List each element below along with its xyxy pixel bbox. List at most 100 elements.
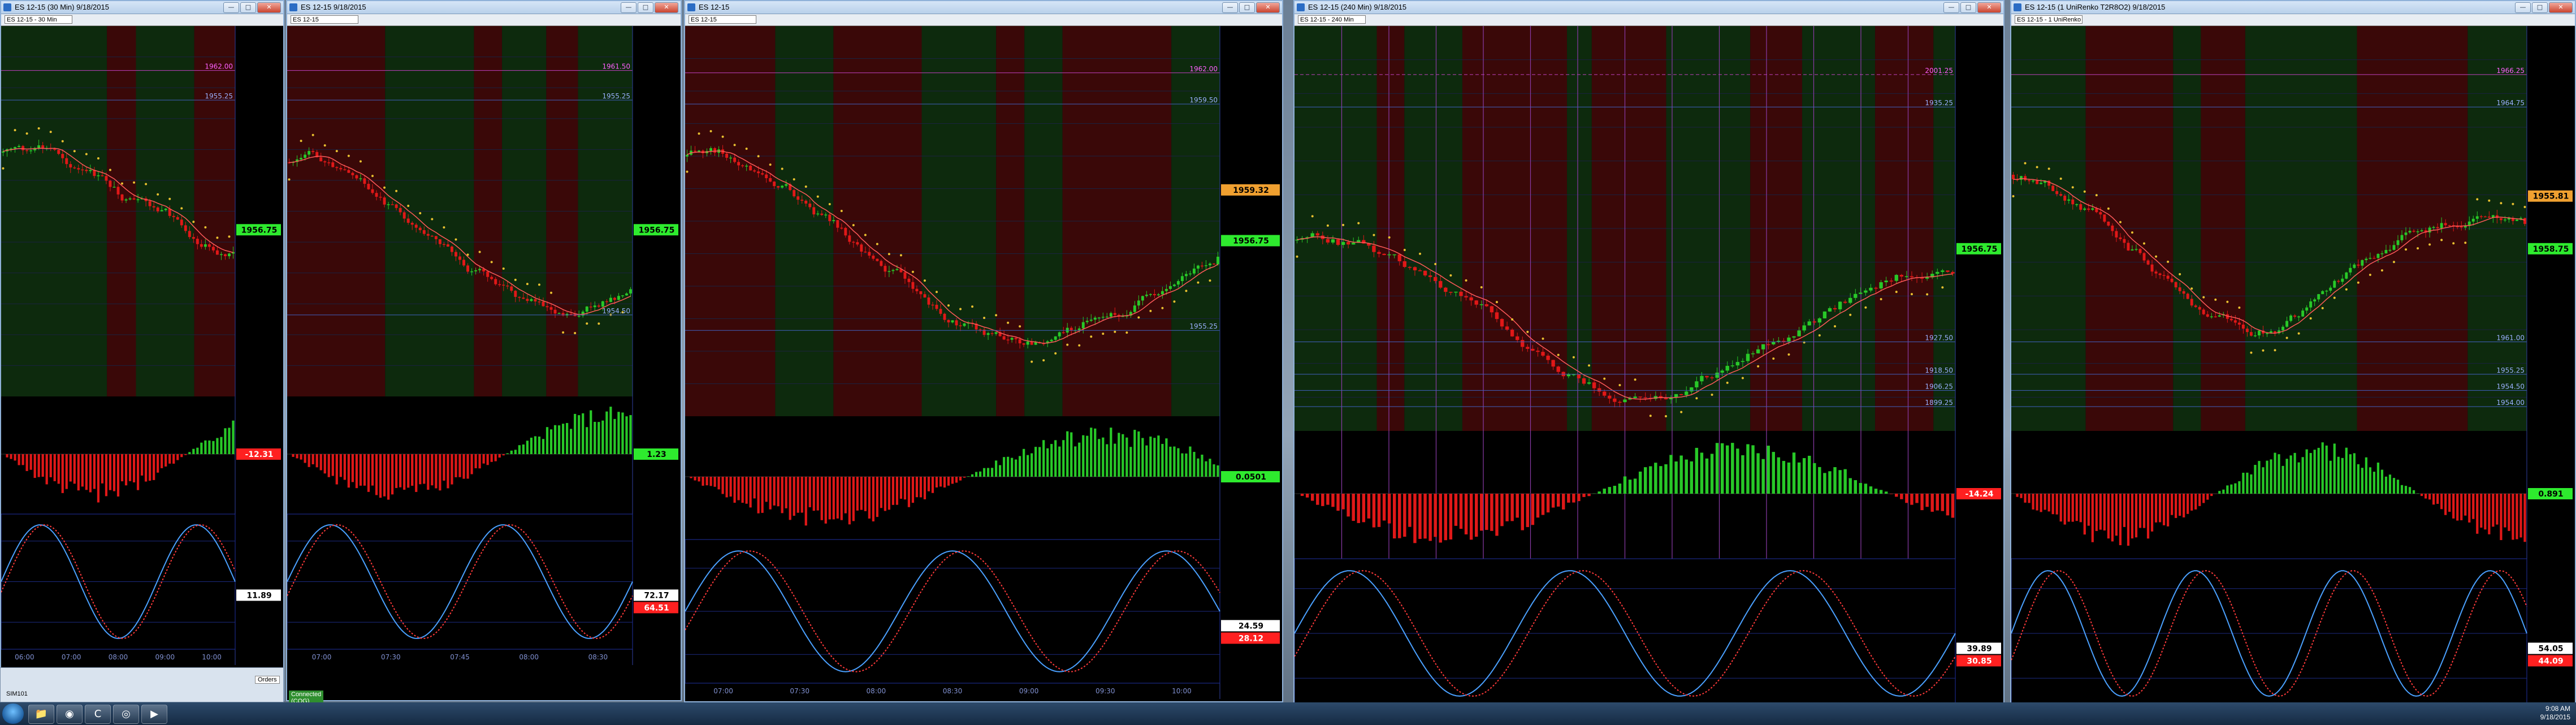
minimize-button[interactable]: — <box>621 2 637 13</box>
histogram-bar <box>1305 494 1309 498</box>
chart-window-3[interactable]: ES 12-15 — □ ✕ ES 12-15 1962.00 1959.50 19… <box>684 0 1283 702</box>
candle-body <box>77 168 80 170</box>
histogram-bar <box>1597 491 1601 494</box>
sar-dot <box>145 183 148 185</box>
orders-tab[interactable]: Orders <box>255 676 280 684</box>
candle-body <box>1546 355 1550 360</box>
histogram-bar <box>1341 494 1345 510</box>
candle-body <box>156 207 159 212</box>
chart-window-1[interactable]: ES 12-15 (30 Min) 9/18/2015 — □ ✕ ES 12-… <box>0 0 284 701</box>
chart-canvas[interactable]: 2001.25 1935.25 1927.50 1918.50 1906.25 1899.… <box>1295 26 2003 724</box>
maximize-button[interactable]: □ <box>2532 2 2548 13</box>
maximize-button[interactable]: □ <box>1239 2 1255 13</box>
histogram-bar <box>2040 494 2042 512</box>
candle-body <box>1848 297 1852 303</box>
taskbar-globe-icon[interactable]: ◎ <box>113 705 139 724</box>
start-button[interactable] <box>2 704 24 724</box>
candle-body <box>777 186 780 188</box>
histogram-bar <box>2210 494 2213 497</box>
orders-panel[interactable]: Orders SIM101 Connected (CQG) <box>0 667 324 705</box>
histogram-bar <box>741 477 744 503</box>
sar-dot <box>300 140 302 143</box>
chart-canvas[interactable]: 1962.00 1955.25 1956.75 -12.31 11.89 06:00 07:… <box>1 26 283 665</box>
close-button[interactable]: ✕ <box>1977 2 2001 13</box>
histogram-bar <box>482 454 485 464</box>
candle-body <box>1531 348 1535 351</box>
minimize-button[interactable]: — <box>1943 2 1959 13</box>
histogram-bar <box>212 441 215 454</box>
chart-canvas[interactable]: 1962.00 1959.50 1955.25 1956.75 1959.32 0.050… <box>685 26 1282 699</box>
histogram-bar <box>931 477 934 493</box>
histogram-bar <box>545 427 549 454</box>
sar-dot <box>887 253 890 256</box>
sar-dot <box>526 283 529 286</box>
close-button[interactable]: ✕ <box>257 2 281 13</box>
taskbar-media-icon[interactable]: ▶ <box>141 705 167 724</box>
instrument-selector[interactable]: ES 12-15 - 240 Min <box>1298 15 1366 24</box>
histogram-bar <box>1679 455 1683 494</box>
candle-body <box>2345 272 2348 279</box>
chart-canvas[interactable]: 1961.50 1955.25 1954.50 1956.75 1.23 72.17 64.… <box>287 26 681 665</box>
histogram-bar <box>903 477 907 500</box>
candle-body <box>2317 294 2320 300</box>
taskbar-charting-app-icon[interactable]: C <box>85 705 111 724</box>
close-button[interactable]: ✕ <box>2549 2 2573 13</box>
histogram-bar <box>1464 494 1468 534</box>
chart-window-4[interactable]: ES 12-15 (240 Min) 9/18/2015 — □ ✕ ES 12… <box>1293 0 2004 725</box>
histogram-bar <box>1787 462 1791 494</box>
close-button[interactable]: ✕ <box>655 2 678 13</box>
chart-window-2[interactable]: ES 12-15 9/18/2015 — □ ✕ ES 12-15 1961.5… <box>286 0 682 701</box>
histogram-bar <box>1562 494 1565 510</box>
sar-dot <box>793 178 795 181</box>
maximize-button[interactable]: □ <box>1960 2 1976 13</box>
minimize-button[interactable]: — <box>2515 2 2531 13</box>
taskbar-explorer-icon[interactable]: 📁 <box>28 705 54 724</box>
candle-body <box>172 215 175 217</box>
candle-body <box>538 301 541 303</box>
candle-body <box>2285 321 2289 327</box>
histogram-bar <box>1129 447 1132 477</box>
instrument-selector[interactable]: ES 12-15 <box>689 15 756 24</box>
chart-canvas[interactable]: 1966.25 1964.75 1961.00 1955.25 1954.50 1954.… <box>2011 26 2575 724</box>
candle-body <box>781 185 784 188</box>
histogram-bar <box>1316 494 1319 505</box>
sar-dot <box>2405 248 2408 251</box>
sar-dot <box>983 317 986 320</box>
window-titlebar[interactable]: ES 12-15 9/18/2015 — □ ✕ <box>287 1 681 14</box>
minimize-button[interactable]: — <box>223 2 239 13</box>
maximize-button[interactable]: □ <box>638 2 653 13</box>
sar-dot <box>2357 281 2359 284</box>
candle-body <box>2135 249 2138 250</box>
candle-body <box>1397 254 1401 261</box>
close-button[interactable]: ✕ <box>1256 2 1280 13</box>
candle-body <box>1556 366 1560 372</box>
time-axis-label: 10:00 <box>202 653 222 661</box>
histogram-bar <box>1042 440 1045 477</box>
taskbar-browser-icon[interactable]: ◉ <box>57 705 83 724</box>
sar-dot <box>1772 357 1775 360</box>
instrument-selector[interactable]: ES 12-15 - 30 Min <box>5 15 72 24</box>
window-titlebar[interactable]: ES 12-15 (1 UniRenko T2R8O2) 9/18/2015 —… <box>2011 1 2575 14</box>
maximize-button[interactable]: □ <box>240 2 256 13</box>
histogram-bar <box>2190 494 2193 511</box>
minimize-button[interactable]: — <box>1222 2 1238 13</box>
window-titlebar[interactable]: ES 12-15 (30 Min) 9/18/2015 — □ ✕ <box>1 1 283 14</box>
candle-body <box>848 235 851 242</box>
candle-body <box>1490 306 1494 313</box>
chart-window-5[interactable]: ES 12-15 (1 UniRenko T2R8O2) 9/18/2015 —… <box>2010 0 2576 725</box>
window-titlebar[interactable]: ES 12-15 (240 Min) 9/18/2015 — □ ✕ <box>1295 1 2003 14</box>
window-titlebar[interactable]: ES 12-15 — □ ✕ <box>685 1 1282 14</box>
histogram-bar <box>2425 494 2427 499</box>
system-tray-clock[interactable]: 9:08 AM 9/18/2015 <box>2540 705 2570 722</box>
candle-body <box>601 301 604 307</box>
histogram-bar <box>2484 494 2487 530</box>
histogram-bar <box>836 477 839 519</box>
instrument-selector[interactable]: ES 12-15 - 1 UniRenko <box>2015 15 2083 24</box>
candle-body <box>741 165 744 166</box>
instrument-selector[interactable]: ES 12-15 <box>291 15 358 24</box>
sar-dot <box>431 218 434 221</box>
current-price-badge: 1956.75 <box>1233 237 1269 246</box>
price-level-label: 1961.00 <box>2496 334 2525 342</box>
app-icon <box>289 3 297 11</box>
histogram-bar <box>2476 494 2479 534</box>
